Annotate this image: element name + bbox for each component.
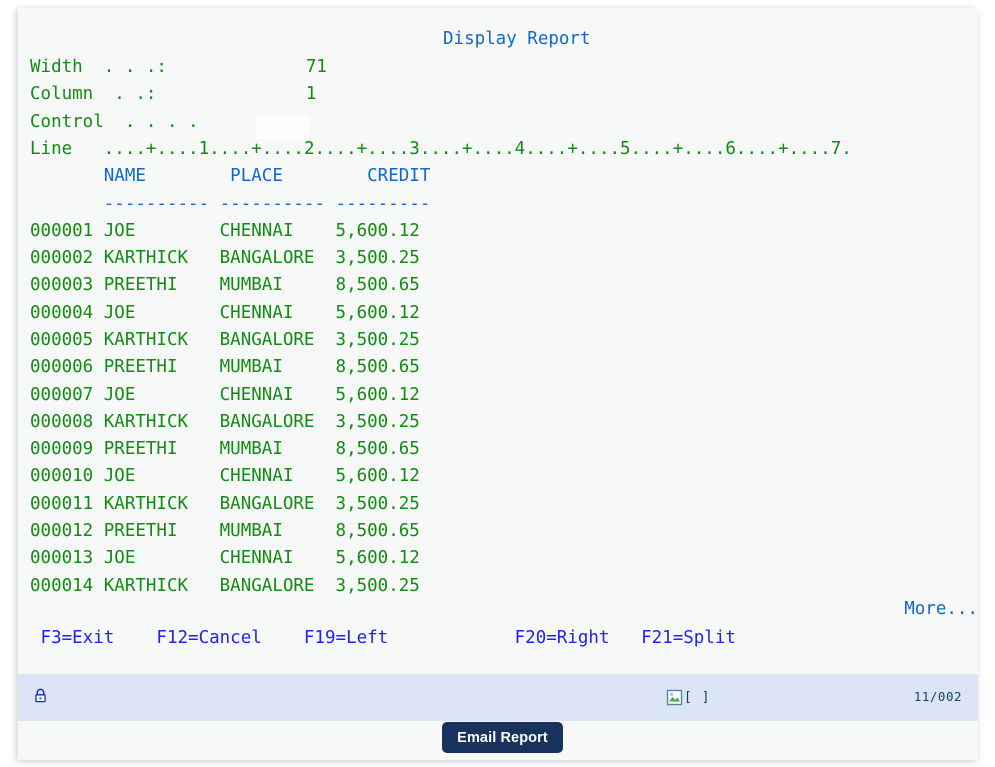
table-row: 000013 JOE CHENNAI 5,600.12 <box>30 548 420 569</box>
function-key-row[interactable]: F3=Exit F12=Cancel F19=Left F20=Right F2… <box>18 625 978 652</box>
table-row: 000004 JOE CHENNAI 5,600.12 <box>30 302 420 323</box>
width-value: 71 <box>305 57 327 77</box>
table-row: 000002 KARTHICK BANGALORE 3,500.25 <box>30 248 420 269</box>
email-report-button[interactable]: Email Report <box>442 722 563 753</box>
table-row: 000009 PREETHI MUMBAI 8,500.65 <box>30 439 420 460</box>
lock-icon <box>32 687 52 707</box>
terminal-screen: Display Report Width . . .: 71 Column . .… <box>18 8 978 663</box>
table-row: 000001 JOE CHENNAI 5,600.12 <box>30 220 420 241</box>
table-row: 000006 PREETHI MUMBAI 8,500.65 <box>30 357 420 378</box>
column-header-underline: ---------- ---------- --------- <box>30 193 431 214</box>
table-row: 000010 JOE CHENNAI 5,600.12 <box>30 466 420 487</box>
field-row-width: Width . . .: 71 <box>18 54 978 81</box>
ruler-label: Line <box>30 138 104 159</box>
footer-bar: Email Report <box>18 721 978 760</box>
control-label: Control . . . . <box>30 111 199 132</box>
column-label: Column . .: <box>30 84 157 105</box>
field-row-control: Control . . . . <box>18 109 978 139</box>
status-bar: [ ] 11/002 <box>18 673 978 722</box>
table-row: 000011 KARTHICK BANGALORE 3,500.25 <box>30 493 420 514</box>
cursor-position: 11/002 <box>913 689 962 704</box>
table-row: 000008 KARTHICK BANGALORE 3,500.25 <box>30 411 420 432</box>
status-middle-group: [ ] <box>666 687 710 707</box>
status-brackets: [ ] <box>684 689 711 705</box>
report-data-area: 000001 JOE CHENNAI 5,600.12 000002 KARTHI… <box>18 218 978 600</box>
display-report-page: Display Report Width . . .: 71 Column . .… <box>0 0 995 767</box>
terminal-card: Display Report Width . . .: 71 Column . .… <box>18 8 978 760</box>
table-row: 000012 PREETHI MUMBAI 8,500.65 <box>30 521 420 542</box>
ruler-row: Line ....+....1....+....2....+....3....+… <box>18 136 978 163</box>
table-row: 000007 JOE CHENNAI 5,600.12 <box>30 384 420 405</box>
column-header-row: NAME PLACE CREDIT <box>30 166 431 187</box>
width-label: Width . . .: <box>30 57 167 77</box>
page-title: Display Report <box>443 29 591 49</box>
more-indicator: More... <box>904 599 978 619</box>
ruler-scale: ....+....1....+....2....+....3....+....4… <box>103 138 852 159</box>
table-row: 000003 PREETHI MUMBAI 8,500.65 <box>30 275 420 296</box>
table-row: 000005 KARTHICK BANGALORE 3,500.25 <box>30 329 420 350</box>
screen-title-row: Display Report <box>18 26 978 53</box>
field-row-column: Column . .: 1 <box>18 81 978 108</box>
broken-image-icon <box>666 689 683 705</box>
column-value: 1 <box>305 84 317 105</box>
